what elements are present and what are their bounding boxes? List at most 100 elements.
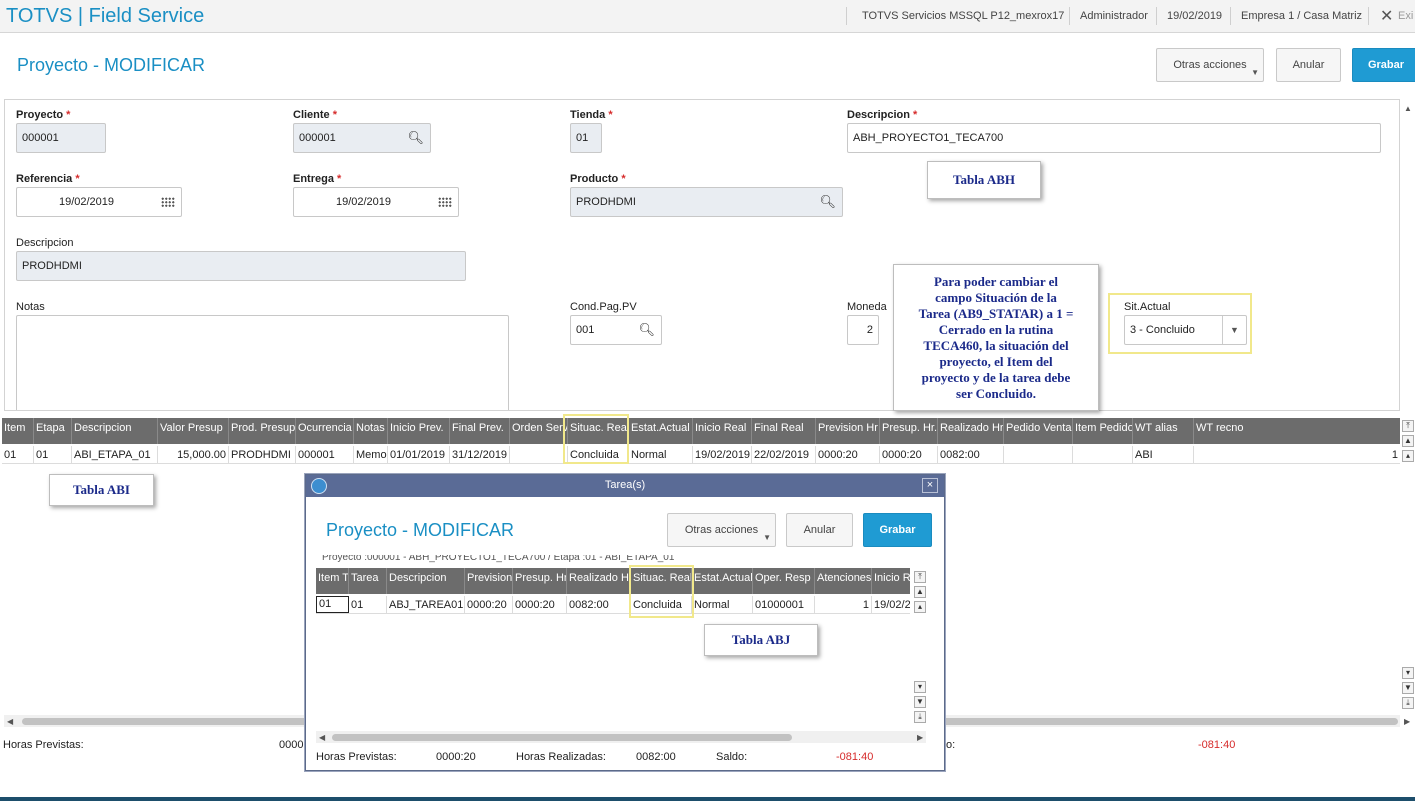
cond-pag-value: 001 (576, 324, 595, 336)
column-header[interactable]: Item (2, 418, 34, 444)
column-header[interactable]: Descripcion (72, 418, 158, 444)
close-icon[interactable]: ✕ (1380, 6, 1393, 26)
column-header[interactable]: Estat.Actual (692, 568, 753, 594)
table-row[interactable]: 01 01 ABJ_TAREA01 0000:20 0000:20 0082:0… (316, 596, 910, 614)
referencia-field[interactable]: 19/02/2019 (16, 187, 182, 217)
note-line: ser Concluido. (956, 386, 1036, 401)
column-header[interactable]: Descripcion (387, 568, 465, 594)
column-header[interactable]: Tarea (349, 568, 387, 594)
page-up-icon[interactable]: ▲ (914, 586, 926, 598)
column-header[interactable]: Presup. Hr (513, 568, 567, 594)
cancel-button[interactable]: Anular (786, 513, 853, 547)
next-record-icon[interactable]: ▾ (1402, 667, 1414, 679)
producto-field[interactable]: PRODHDMI 🔍︎ (570, 187, 843, 217)
column-header[interactable]: Prevision (465, 568, 513, 594)
column-header[interactable]: Atenciones (815, 568, 872, 594)
column-header[interactable]: Final Prev. (450, 418, 510, 444)
column-header[interactable]: Estat.Actual (629, 418, 693, 444)
column-header[interactable]: Orden Serv (510, 418, 568, 444)
exit-label[interactable]: Exi (1398, 10, 1413, 22)
company-label[interactable]: Empresa 1 / Casa Matriz (1241, 10, 1362, 22)
column-header[interactable]: Item Ta (316, 568, 349, 594)
cell-atenciones: 1 (815, 596, 872, 614)
proyecto-field[interactable]: 000001 (16, 123, 106, 153)
table-row[interactable]: 01 01 ABI_ETAPA_01 15,000.00 PRODHDMI 00… (2, 446, 1400, 464)
calendar-icon[interactable] (438, 197, 452, 208)
rule-note-annotation: Para poder cambiar el campo Situación de… (893, 264, 1099, 411)
column-header[interactable]: Prod. Presup (229, 418, 296, 444)
scroll-right-icon[interactable]: ▶ (917, 733, 923, 742)
cell-prevision: 0000:20 (465, 596, 513, 614)
column-header[interactable]: Inicio Real (693, 418, 752, 444)
search-icon[interactable]: 🔍︎ (407, 124, 424, 152)
cell-inicio-real: 19/02/2 (874, 599, 910, 611)
notas-textarea[interactable] (16, 315, 509, 410)
user-label[interactable]: Administrador (1080, 10, 1148, 22)
save-button[interactable]: Grabar (863, 513, 932, 547)
descripcion-field[interactable]: ABH_PROYECTO1_TECA700 (847, 123, 1381, 153)
moneda-field[interactable]: 2 (847, 315, 879, 345)
situac-real-highlight (629, 565, 694, 618)
cell-notas: Memo (354, 446, 388, 464)
column-header[interactable]: WT alias (1133, 418, 1194, 444)
cancel-button[interactable]: Anular (1276, 48, 1341, 82)
proyecto-label: Proyecto * (16, 109, 71, 121)
descripcion2-field[interactable]: PRODHDMI (16, 251, 466, 281)
tienda-field[interactable]: 01 (570, 123, 602, 153)
column-header[interactable]: Item Pedido (1073, 418, 1133, 444)
divider (846, 7, 847, 25)
scroll-up-icon[interactable]: ▲ (1404, 104, 1412, 113)
other-actions-button[interactable]: Otras acciones ▼ (667, 513, 776, 547)
cell-ocurrencia: 000001 (296, 446, 354, 464)
prev-record-icon[interactable]: ▴ (914, 601, 926, 613)
column-header[interactable]: Ocurrencia (296, 418, 354, 444)
page-up-icon[interactable]: ▲ (1402, 435, 1414, 447)
save-button[interactable]: Grabar (1352, 48, 1415, 82)
moneda-label: Moneda (847, 301, 887, 313)
other-actions-button[interactable]: Otras acciones ▼ (1156, 48, 1264, 82)
next-record-icon[interactable]: ▾ (914, 681, 926, 693)
column-header[interactable]: Prevision Hr (816, 418, 880, 444)
column-header[interactable]: Presup. Hr. (880, 418, 938, 444)
dialog-horizontal-scrollbar[interactable] (316, 731, 926, 743)
app-title: TOTVS | Field Service (6, 5, 205, 27)
page-down-icon[interactable]: ▼ (914, 696, 926, 708)
page-title: Proyecto - MODIFICAR (17, 55, 206, 75)
cond-pag-field[interactable]: 001 🔍︎ (570, 315, 662, 345)
divider (1230, 7, 1231, 25)
saldo-value: -081:40 (836, 751, 874, 763)
column-header[interactable]: Final Real (752, 418, 816, 444)
page-down-icon[interactable]: ▼ (1402, 682, 1414, 694)
close-icon[interactable]: × (922, 478, 938, 493)
column-header[interactable]: Valor Presup (158, 418, 229, 444)
search-icon[interactable]: 🔍︎ (638, 316, 655, 344)
calendar-icon[interactable] (161, 197, 175, 208)
column-header[interactable]: Pedido Venta (1004, 418, 1073, 444)
entrega-field[interactable]: 19/02/2019 (293, 187, 459, 217)
first-record-icon[interactable]: ⤒ (914, 571, 926, 583)
column-header[interactable]: Realizado H (567, 568, 631, 594)
prev-record-icon[interactable]: ▴ (1402, 450, 1414, 462)
scroll-left-icon[interactable]: ◀ (7, 717, 13, 726)
producto-label: Producto * (570, 173, 626, 185)
last-record-icon[interactable]: ⤓ (1402, 697, 1414, 709)
column-header[interactable]: WT recno (1194, 418, 1400, 444)
divider (1069, 7, 1070, 25)
scroll-left-icon[interactable]: ◀ (319, 733, 325, 742)
search-icon[interactable]: 🔍︎ (819, 188, 836, 216)
cell-item-tarea[interactable]: 01 (316, 596, 349, 613)
column-header[interactable]: Notas (354, 418, 388, 444)
tabla-abi-annotation: Tabla ABI (49, 474, 154, 506)
column-header[interactable]: Oper. Resp (753, 568, 815, 594)
scroll-right-icon[interactable]: ▶ (1404, 717, 1410, 726)
producto-value: PRODHDMI (576, 196, 636, 208)
cliente-field[interactable]: 000001 🔍︎ (293, 123, 431, 153)
horas-previstas-value: 0000: (279, 739, 307, 751)
column-header[interactable]: Inicio Prev. (388, 418, 450, 444)
column-header[interactable]: Etapa (34, 418, 72, 444)
first-record-icon[interactable]: ⤒ (1402, 420, 1414, 432)
column-header[interactable]: Realizado Hr (938, 418, 1004, 444)
scrollbar-thumb[interactable] (332, 734, 792, 741)
last-record-icon[interactable]: ⤓ (914, 711, 926, 723)
column-header[interactable]: Inicio Re (872, 568, 910, 594)
